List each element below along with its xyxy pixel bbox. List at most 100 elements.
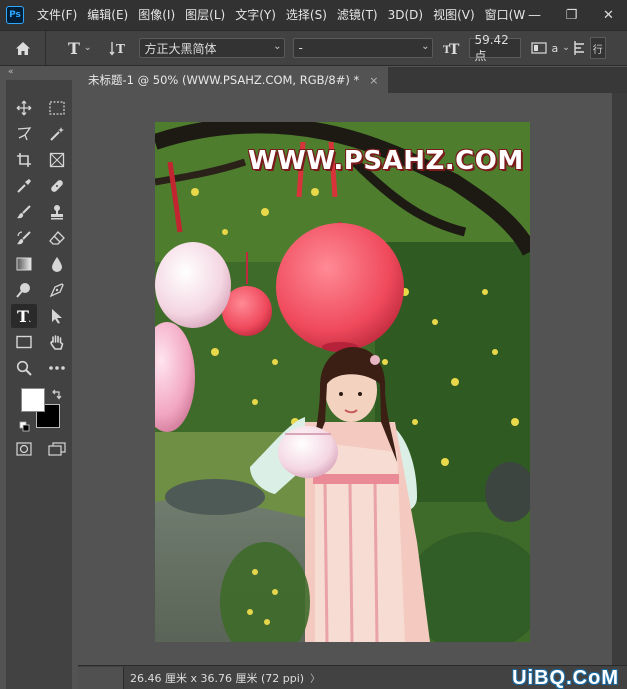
menu-select[interactable]: 选择(S) <box>281 0 332 30</box>
document-tab-title: 未标题-1 @ 50% (WWW.PSAHZ.COM, RGB/8#) * <box>88 73 360 87</box>
rectangle-icon <box>16 335 32 349</box>
svg-text:T: T <box>449 42 460 56</box>
frame-tool[interactable] <box>44 148 70 172</box>
svg-text:T: T <box>17 308 29 324</box>
align-left-icon <box>574 41 584 55</box>
hand-tool[interactable] <box>44 330 70 354</box>
type-tool-preset-button[interactable]: T ⌄ <box>68 39 91 58</box>
menu-type[interactable]: 文字(Y) <box>230 0 281 30</box>
default-colors-icon <box>19 421 30 432</box>
home-button[interactable] <box>0 31 46 65</box>
status-bar: 26.46 厘米 x 36.76 厘米 (72 ppi) 〉 UiBQ.CoM <box>78 665 627 689</box>
restore-button[interactable]: ❐ <box>553 0 590 30</box>
type-tool-icon: T <box>17 308 31 324</box>
photo-illustration <box>155 122 530 642</box>
frame-icon <box>49 152 65 168</box>
dodge-tool[interactable] <box>11 278 37 302</box>
hand-icon <box>50 335 64 350</box>
screen-mode-button[interactable] <box>44 437 70 461</box>
quick-mask-button[interactable] <box>11 437 37 461</box>
default-colors-button[interactable] <box>19 418 31 432</box>
zoom-level-box[interactable] <box>78 666 124 689</box>
menu-image[interactable]: 图像(I) <box>133 0 180 30</box>
svg-text:T: T <box>116 42 125 56</box>
overflow-char: 行 <box>589 37 606 59</box>
crop-icon <box>17 153 31 167</box>
drop-icon <box>52 257 62 272</box>
healing-brush-tool[interactable] <box>44 174 70 198</box>
magnifier-icon <box>16 360 32 376</box>
document-canvas-image[interactable]: WWW.PSAHZ.COM <box>155 122 530 642</box>
dodge-icon <box>16 283 30 298</box>
menu-bar: Ps 文件(F) 编辑(E) 图像(I) 图层(L) 文字(Y) 选择(S) 滤… <box>0 0 627 30</box>
menu-file[interactable]: 文件(F) <box>32 0 82 30</box>
gradient-tool[interactable] <box>11 252 37 276</box>
main-menu: 文件(F) 编辑(E) 图像(I) 图层(L) 文字(Y) 选择(S) 滤镜(T… <box>32 0 530 30</box>
stamp-icon <box>51 205 63 220</box>
history-brush-icon <box>17 231 31 245</box>
ellipsis-icon <box>49 366 65 370</box>
menu-3d[interactable]: 3D(D) <box>383 0 428 30</box>
minimize-button[interactable]: — <box>516 0 553 30</box>
menu-layer[interactable]: 图层(L) <box>180 0 230 30</box>
zoom-tool[interactable] <box>11 356 37 380</box>
menu-filter[interactable]: 滤镜(T) <box>332 0 383 30</box>
quick-mask-icon <box>16 442 32 456</box>
eyedropper-icon <box>17 179 31 193</box>
eyedropper-tool[interactable] <box>11 174 37 198</box>
swap-arrow-icon <box>52 389 62 400</box>
bandage-icon <box>51 180 63 192</box>
magic-wand-icon <box>50 127 64 141</box>
type-icon: T <box>68 38 80 58</box>
chevron-right-icon[interactable]: 〉 <box>310 670 320 685</box>
document-tab[interactable]: 未标题-1 @ 50% (WWW.PSAHZ.COM, RGB/8#) * × <box>78 67 389 93</box>
foreground-color-swatch[interactable] <box>21 388 45 412</box>
move-icon <box>16 100 32 116</box>
font-family-select[interactable]: 方正大黑简体 ⌄ <box>139 38 286 58</box>
arrow-pointer-icon <box>52 309 62 324</box>
chevron-down-icon: ⌄ <box>273 41 282 52</box>
brush-icon <box>17 205 31 219</box>
rectangle-tool[interactable] <box>11 330 37 354</box>
rect-marquee-icon <box>49 101 65 115</box>
type-tool[interactable]: T <box>11 304 37 328</box>
history-brush-tool[interactable] <box>11 226 37 250</box>
close-tab-icon[interactable]: × <box>369 74 378 87</box>
document-tab-bar: 未标题-1 @ 50% (WWW.PSAHZ.COM, RGB/8#) * × <box>78 67 627 93</box>
font-family-value: 方正大黑简体 <box>144 41 217 56</box>
close-button[interactable]: ✕ <box>590 0 627 30</box>
more-tools-button[interactable] <box>44 356 70 380</box>
brush-tool[interactable] <box>11 200 37 224</box>
watermark-text: WWW.PSAHZ.COM <box>248 146 524 176</box>
anti-alias-icon <box>531 42 548 54</box>
move-tool[interactable] <box>11 96 37 120</box>
collapse-panel-button[interactable]: « <box>8 67 13 77</box>
toggle-text-orientation-button[interactable]: T <box>109 40 127 56</box>
eraser-tool[interactable] <box>44 226 70 250</box>
path-selection-tool[interactable] <box>44 304 70 328</box>
pen-tool[interactable] <box>44 278 70 302</box>
swap-colors-button[interactable] <box>51 386 63 400</box>
screen-mode-icon <box>48 442 66 456</box>
font-style-select[interactable]: - ⌄ <box>293 38 434 58</box>
photoshop-logo: Ps <box>6 6 24 24</box>
lasso-tool[interactable] <box>11 122 37 146</box>
window-controls: — ❐ ✕ <box>516 0 627 30</box>
crop-tool[interactable] <box>11 148 37 172</box>
site-watermark: UiBQ.CoM <box>512 667 619 689</box>
menu-view[interactable]: 视图(V) <box>428 0 480 30</box>
menu-edit[interactable]: 编辑(E) <box>82 0 133 30</box>
align-button[interactable] <box>574 40 586 56</box>
options-bar: T ⌄ T 方正大黑简体 ⌄ - ⌄ T T 59.42 点 a ⌄ 行 <box>0 30 627 66</box>
font-style-value: - <box>298 41 303 55</box>
chevron-down-icon: ⌄ <box>421 41 430 52</box>
magic-wand-tool[interactable] <box>44 122 70 146</box>
anti-alias-button[interactable]: a ⌄ <box>531 41 570 55</box>
clone-stamp-tool[interactable] <box>44 200 70 224</box>
blur-tool[interactable] <box>44 252 70 276</box>
chevron-down-icon: ⌄ <box>83 43 92 53</box>
photoshop-window: Ps 文件(F) 编辑(E) 图像(I) 图层(L) 文字(Y) 选择(S) 滤… <box>0 0 627 689</box>
marquee-tool[interactable] <box>44 96 70 120</box>
right-panel-strip <box>612 93 627 665</box>
font-size-input[interactable]: 59.42 点 <box>469 33 522 63</box>
